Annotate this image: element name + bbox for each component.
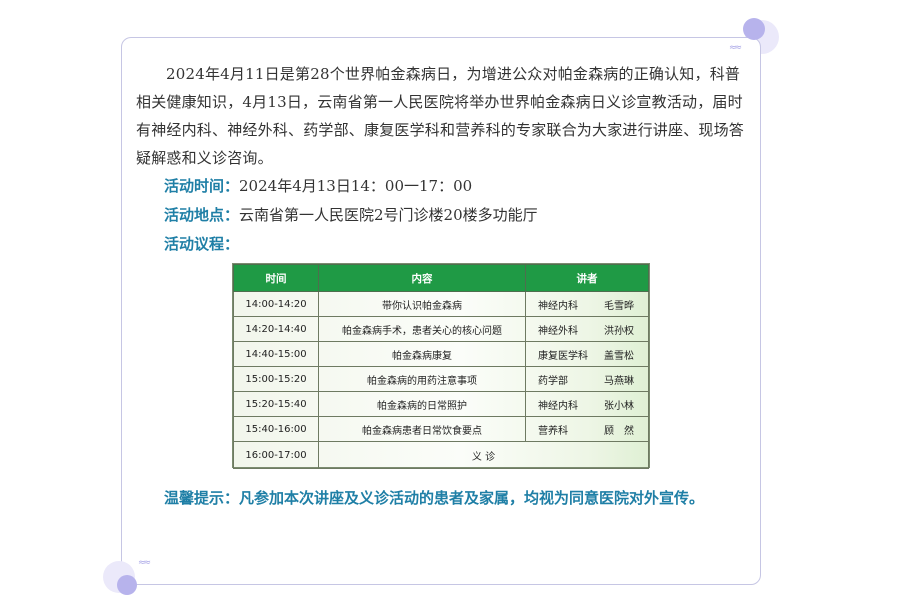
event-place: 活动地点：云南省第一人民医院2号门诊楼20楼多功能厅 — [136, 201, 751, 230]
row-speaker: 药学部 马燕琳 — [525, 366, 649, 392]
event-place-value: 云南省第一人民医院2号门诊楼20楼多功能厅 — [239, 206, 538, 224]
wave-decor-icon: ≈≈ — [729, 43, 742, 53]
table-row: 14:00-14:20 带你认识帕金森病 神经内科 毛雪晔 — [233, 291, 649, 317]
row-time: 16:00-17:00 — [233, 441, 319, 469]
table-row-free-clinic: 16:00-17:00 义 诊 — [233, 441, 649, 469]
row-topic: 帕金森病的用药注意事项 — [318, 366, 526, 392]
reminder-note: 温馨提示：凡参加本次讲座及义诊活动的患者及家属，均视为同意医院对外宣传。 — [164, 489, 705, 507]
article-body: 2024年4月11日是第28个世界帕金森病日，为增进公众对帕金森病的正确认知，科… — [136, 60, 751, 259]
wave-decor-icon-bottom: ≈≈ — [138, 558, 151, 568]
header-time: 时间 — [233, 264, 319, 292]
event-agenda-label: 活动议程： — [164, 235, 240, 253]
header-speaker: 讲者 — [525, 264, 649, 292]
decor-circle-small-bottom — [117, 575, 137, 595]
event-time: 活动时间：2024年4月13日14：00一17：00 — [136, 172, 751, 201]
row-topic: 带你认识帕金森病 — [318, 291, 526, 317]
event-place-label: 活动地点： — [164, 206, 240, 224]
table-row: 15:40-16:00 帕金森病患者日常饮食要点 营养科 顾 然 — [233, 416, 649, 442]
table-row: 15:00-15:20 帕金森病的用药注意事项 药学部 马燕琳 — [233, 366, 649, 392]
row-speaker: 神经内科 毛雪晔 — [525, 291, 649, 317]
row-topic: 帕金森病手术，患者关心的核心问题 — [318, 316, 526, 342]
schedule-table: 时间 内容 讲者 14:00-14:20 带你认识帕金森病 神经内科 毛雪晔 14… — [232, 263, 650, 469]
speaker-dept: 康复医学科 — [538, 350, 588, 362]
header-topic: 内容 — [318, 264, 526, 292]
row-time: 14:00-14:20 — [233, 291, 319, 317]
speaker-name: 马燕琳 — [604, 375, 634, 387]
event-time-label: 活动时间： — [164, 177, 240, 195]
event-agenda: 活动议程： — [136, 230, 751, 259]
table-row: 15:20-15:40 帕金森病的日常照护 神经内科 张小林 — [233, 391, 649, 417]
row-topic: 帕金森病康复 — [318, 341, 526, 367]
speaker-dept: 神经内科 — [538, 300, 578, 312]
speaker-name: 盖雪松 — [604, 350, 634, 362]
speaker-dept: 神经外科 — [538, 325, 578, 337]
row-speaker: 神经外科 洪孙权 — [525, 316, 649, 342]
table-row: 14:40-15:00 帕金森病康复 康复医学科 盖雪松 — [233, 341, 649, 367]
table-row: 14:20-14:40 帕金森病手术，患者关心的核心问题 神经外科 洪孙权 — [233, 316, 649, 342]
row-time: 14:20-14:40 — [233, 316, 319, 342]
speaker-dept: 神经内科 — [538, 400, 578, 412]
row-time: 15:00-15:20 — [233, 366, 319, 392]
speaker-name: 洪孙权 — [604, 325, 634, 337]
event-time-value: 2024年4月13日14：00一17：00 — [239, 177, 473, 195]
speaker-name: 顾 然 — [604, 425, 634, 437]
row-speaker: 神经内科 张小林 — [525, 391, 649, 417]
speaker-name: 张小林 — [604, 400, 634, 412]
row-speaker: 康复医学科 盖雪松 — [525, 341, 649, 367]
row-speaker: 营养科 顾 然 — [525, 416, 649, 442]
schedule-header-row: 时间 内容 讲者 — [233, 264, 649, 292]
row-topic-merged: 义 诊 — [318, 441, 649, 469]
speaker-dept: 营养科 — [538, 425, 568, 437]
speaker-name: 毛雪晔 — [604, 300, 634, 312]
row-time: 14:40-15:00 — [233, 341, 319, 367]
intro-paragraph: 2024年4月11日是第28个世界帕金森病日，为增进公众对帕金森病的正确认知，科… — [136, 65, 745, 167]
row-time: 15:40-16:00 — [233, 416, 319, 442]
row-topic: 帕金森病的日常照护 — [318, 391, 526, 417]
decor-circle-small — [743, 18, 765, 40]
row-time: 15:20-15:40 — [233, 391, 319, 417]
speaker-dept: 药学部 — [538, 375, 568, 387]
row-topic: 帕金森病患者日常饮食要点 — [318, 416, 526, 442]
